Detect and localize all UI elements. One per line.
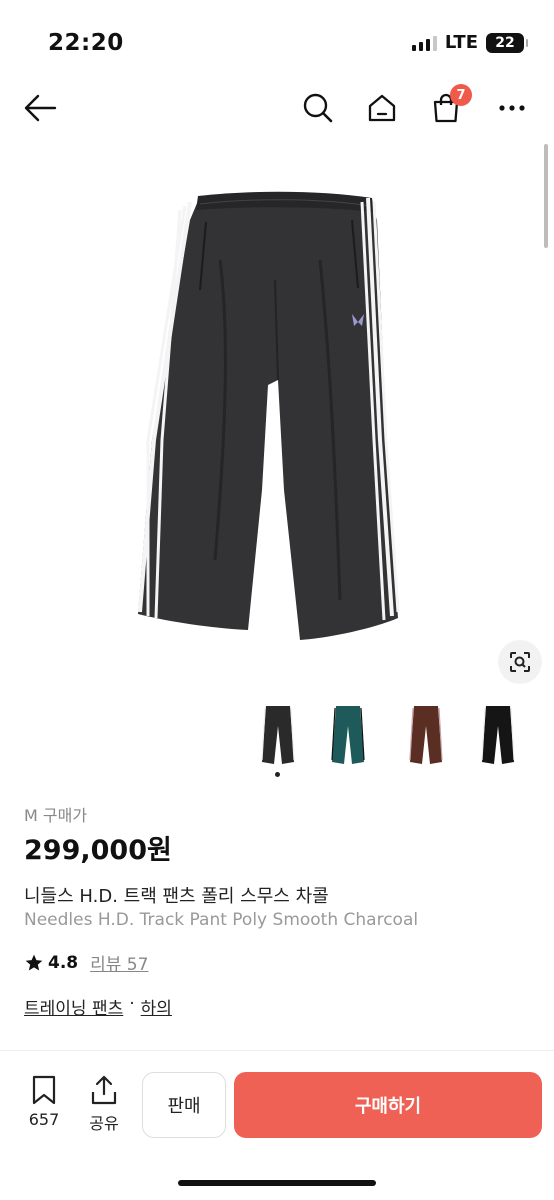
top-nav: 7 (0, 80, 554, 136)
lens-search-icon (510, 652, 530, 672)
category-breadcrumb: 트레이닝 팬츠 · 하의 (24, 994, 172, 1019)
battery-icon: 22 (486, 32, 528, 53)
buy-button[interactable]: 구매하기 (234, 1072, 542, 1138)
thumbnail-shape (262, 706, 294, 764)
size-purchase-label: M 구매가 (24, 806, 88, 825)
thumbnail-shape (410, 706, 442, 764)
bottom-action-bar: 657 공유 판매 구매하기 (0, 1052, 554, 1200)
battery-level: 22 (495, 34, 515, 51)
category-link-training-pants[interactable]: 트레이닝 팬츠 (24, 994, 123, 1019)
cart-count-badge: 7 (450, 84, 472, 106)
thumbnail-2[interactable] (330, 704, 366, 766)
page-scrollbar[interactable] (544, 144, 548, 248)
more-button[interactable] (492, 88, 532, 128)
thumbnail-1[interactable] (260, 704, 296, 766)
thumbnail-4[interactable] (480, 704, 516, 766)
status-indicators: LTE 22 (411, 32, 528, 53)
product-price: 299,000원 (24, 835, 172, 866)
product-image[interactable] (0, 140, 554, 700)
thumbnail-3[interactable] (408, 704, 444, 766)
cart-button[interactable]: 7 (426, 84, 472, 128)
status-time: 22:20 (48, 30, 124, 56)
share-icon (91, 1075, 117, 1105)
thumbnail-shape (482, 706, 514, 764)
search-icon (303, 93, 333, 123)
network-label: LTE (444, 32, 478, 53)
more-icon (499, 105, 525, 111)
bookmark-icon (32, 1075, 56, 1105)
home-icon (368, 94, 396, 122)
divider (0, 1050, 554, 1051)
category-link-bottoms[interactable]: 하의 (141, 994, 172, 1019)
thumbnail-shape (332, 706, 364, 764)
bookmark-count: 657 (28, 1110, 60, 1129)
search-button[interactable] (298, 88, 338, 128)
share-button[interactable]: 공유 (84, 1074, 124, 1134)
home-button[interactable] (362, 88, 402, 128)
share-label: 공유 (89, 1114, 119, 1133)
rating-value: 4.8 (48, 952, 79, 973)
rating-row: 4.8 리뷰 57 (24, 950, 148, 975)
product-name-ko: 니들스 H.D. 트랙 팬츠 폴리 스무스 차콜 (24, 886, 329, 907)
image-pager-dot (275, 772, 280, 777)
back-button[interactable] (20, 88, 60, 128)
signal-icon (411, 35, 437, 51)
product-name-en: Needles H.D. Track Pant Poly Smooth Char… (24, 910, 419, 930)
sell-button[interactable]: 판매 (142, 1072, 226, 1138)
back-arrow-icon (24, 94, 57, 122)
bookmark-button[interactable]: 657 (24, 1074, 64, 1129)
star-icon (25, 954, 43, 970)
category-separator: · (129, 994, 135, 1014)
status-bar: 22:20 LTE 22 (0, 0, 554, 80)
home-indicator[interactable] (178, 1180, 376, 1186)
lens-search-button[interactable] (498, 640, 542, 684)
pants-illustration (138, 191, 400, 640)
thumbnail-strip (0, 700, 554, 770)
review-link[interactable]: 리뷰 57 (90, 950, 148, 975)
